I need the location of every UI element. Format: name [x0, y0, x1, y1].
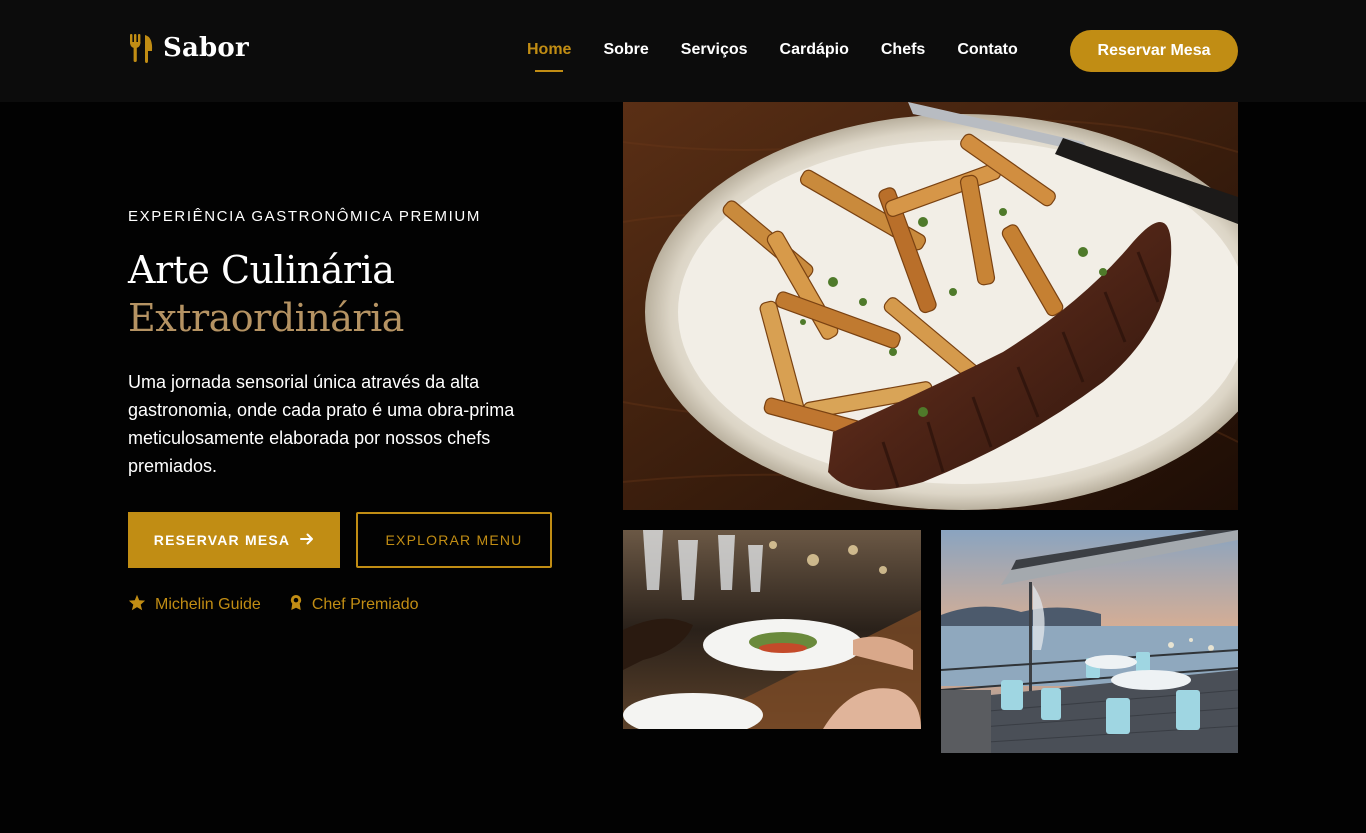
utensils-icon	[128, 33, 154, 63]
brand-logo[interactable]: Sabor	[128, 33, 249, 63]
nav-item-chefs[interactable]: Chefs	[881, 38, 925, 64]
reserve-table-label: RESERVAR MESA	[153, 532, 291, 548]
badge-chef: Chef Premiado	[289, 594, 419, 616]
brand-name: Sabor	[163, 33, 249, 63]
waterfront-terrace-image	[941, 530, 1238, 753]
star-icon	[128, 594, 146, 616]
arrow-right-icon	[300, 532, 314, 548]
hero-title-line2: Extraordinária	[128, 296, 404, 340]
fine-dining-image	[623, 530, 921, 729]
nav-item-contato[interactable]: Contato	[957, 38, 1017, 64]
nav-item-sobre[interactable]: Sobre	[603, 38, 648, 64]
nav-item-cardapio[interactable]: Cardápio	[780, 38, 849, 64]
nav-item-home[interactable]: Home	[527, 38, 571, 72]
award-icon	[289, 594, 303, 616]
reserve-table-header-button[interactable]: Reservar Mesa	[1070, 30, 1238, 72]
badge-michelin-label: Michelin Guide	[155, 596, 261, 613]
hero-title-line1: Arte Culinária	[128, 248, 395, 292]
reserve-table-button[interactable]: RESERVAR MESA	[128, 512, 340, 568]
nav-item-servicos[interactable]: Serviços	[681, 38, 748, 64]
hero-badges: Michelin Guide Chef Premiado	[128, 594, 419, 616]
badge-michelin: Michelin Guide	[128, 594, 261, 616]
hero-eyebrow: EXPERIÊNCIA GASTRONÔMICA PREMIUM	[128, 208, 481, 225]
main-nav: Home Sobre Serviços Cardápio Chefs Conta…	[527, 38, 1018, 72]
hero-text: EXPERIÊNCIA GASTRONÔMICA PREMIUM Arte Cu…	[128, 208, 588, 476]
badge-chef-label: Chef Premiado	[311, 596, 419, 613]
site-header: Sabor Home Sobre Serviços Cardápio Chefs…	[0, 0, 1366, 102]
steak-plate-image	[623, 102, 1238, 510]
explore-menu-button[interactable]: EXPLORAR MENU	[356, 512, 552, 568]
hero-description: Uma jornada sensorial única através da a…	[128, 372, 515, 476]
